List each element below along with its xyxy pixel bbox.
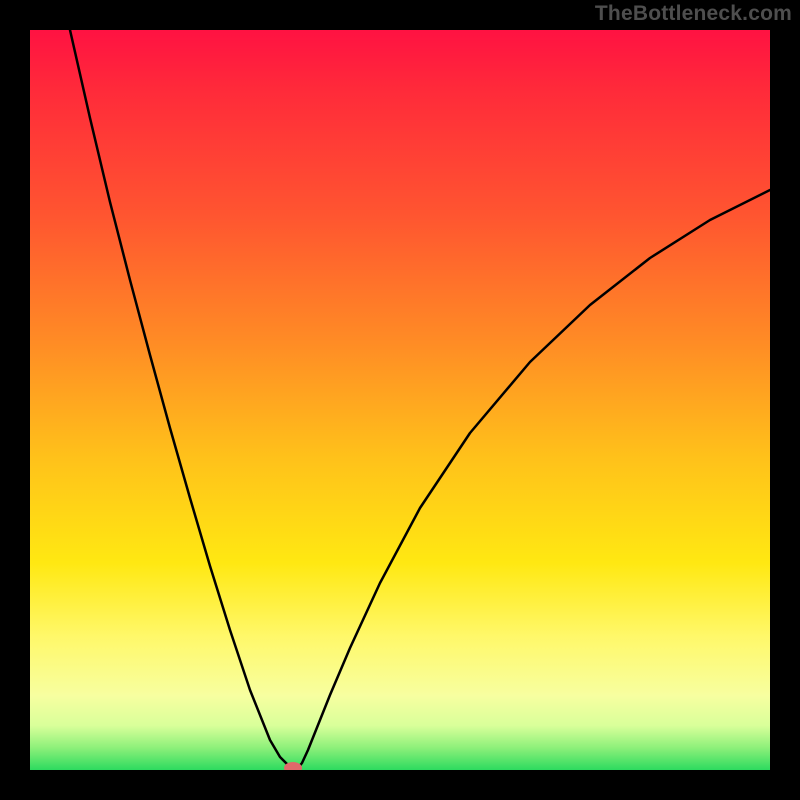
bottleneck-curve — [70, 30, 770, 769]
curve-layer — [30, 30, 770, 770]
chart-frame: TheBottleneck.com — [0, 0, 800, 800]
plot-area — [30, 30, 770, 770]
watermark-text: TheBottleneck.com — [595, 2, 792, 26]
